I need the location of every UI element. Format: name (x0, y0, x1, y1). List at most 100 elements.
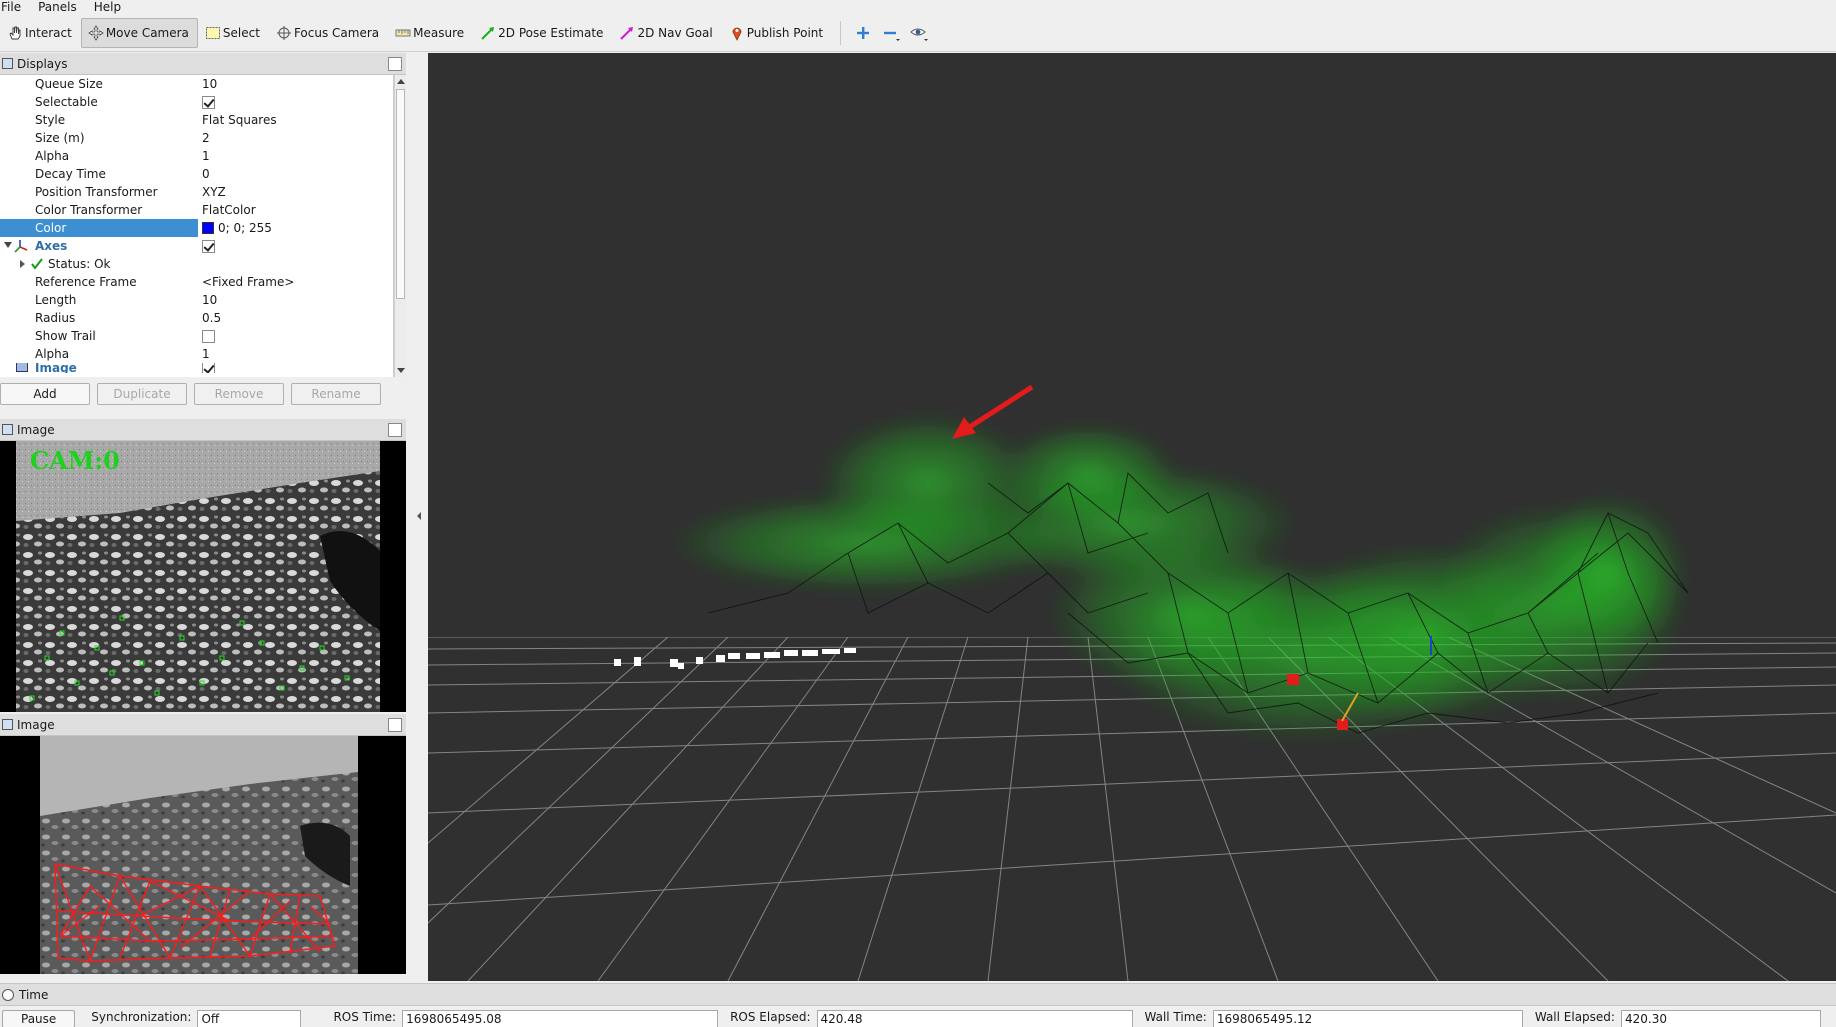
tool-measure[interactable]: Measure (388, 18, 473, 48)
ros-time-label: ROS Time: (333, 1010, 397, 1024)
image-panel-1: Image CAM:0 (0, 419, 406, 714)
add-tool-button[interactable] (849, 18, 877, 48)
green-arrow-icon (480, 25, 496, 41)
remove-tool-button[interactable] (877, 18, 905, 48)
tool-label: Measure (413, 25, 465, 40)
tool-interact[interactable]: Interact (0, 18, 81, 48)
prop-row-color-transformer[interactable]: Color Transformer FlatColor (0, 201, 393, 219)
toolbar-separator (840, 20, 842, 45)
menu-help[interactable]: Help (94, 0, 124, 14)
select-box-icon (205, 25, 221, 41)
add-display-button[interactable]: Add (0, 383, 90, 405)
eye-icon (910, 28, 929, 41)
prop-row-alpha[interactable]: Alpha 1 (0, 147, 393, 165)
camera-image-2 (0, 736, 406, 974)
prop-row-size[interactable]: Size (m) 2 (0, 129, 393, 147)
collapse-arrow-icon[interactable] (417, 512, 421, 520)
menu-file[interactable]: File (0, 0, 24, 14)
keyframe-marker (1287, 674, 1299, 685)
tool-focus-camera[interactable]: Focus Camera (269, 18, 388, 48)
prop-group-image[interactable]: Image (0, 363, 393, 373)
tool-label: Publish Point (746, 25, 824, 40)
color-swatch[interactable] (202, 222, 214, 234)
prop-row-length[interactable]: Length 10 (0, 291, 393, 309)
toolbar: Interact Move Camera Select Focus Camera… (0, 14, 1836, 52)
prop-row-color[interactable]: Color 0; 0; 255 (0, 219, 393, 237)
dock-splitter[interactable] (412, 53, 427, 982)
prop-row-alpha-2[interactable]: Alpha 1 (0, 345, 393, 363)
tool-move-camera[interactable]: Move Camera (80, 17, 198, 48)
wall-elapsed-field[interactable]: 420.30 (1620, 1010, 1821, 1027)
plus-icon (857, 26, 870, 39)
ros-time-field[interactable]: 1698065495.08 (402, 1010, 719, 1027)
left-dock: Displays Queue Size 10 Selectable Style Fl… (0, 53, 412, 982)
prop-row-selectable[interactable]: Selectable (0, 93, 393, 111)
prop-row-reference-frame[interactable]: Reference Frame <Fixed Frame> (0, 273, 393, 291)
float-panel-button[interactable] (388, 423, 402, 437)
time-title: Time (19, 987, 49, 1002)
monitor-icon (2, 58, 13, 69)
prop-row-decay-time[interactable]: Decay Time 0 (0, 165, 393, 183)
axes-enabled-checkbox[interactable] (202, 239, 215, 253)
time-panel: Time Pause Synchronization: Off ROS Time… (0, 983, 1836, 1027)
move-camera-icon (88, 24, 104, 41)
scroll-thumb[interactable] (396, 89, 405, 299)
float-panel-button[interactable] (388, 718, 402, 732)
menu-panels[interactable]: Panels (38, 0, 80, 14)
remove-display-button[interactable]: Remove (194, 383, 284, 405)
image-panel-1-title: Image (17, 422, 55, 437)
menubar: File Panels Help (0, 0, 1836, 14)
sync-label: Synchronization: (91, 1010, 192, 1024)
tool-2d-pose-estimate[interactable]: 2D Pose Estimate (473, 18, 612, 48)
view-panel-button[interactable] (905, 18, 933, 48)
image-enabled-checkbox[interactable] (202, 363, 215, 373)
prop-row-queue-size[interactable]: Queue Size 10 (0, 75, 393, 93)
show-trail-checkbox[interactable] (202, 329, 215, 343)
ros-elapsed-label: ROS Elapsed: (730, 1010, 811, 1024)
ruler-icon (395, 25, 411, 41)
pause-button[interactable]: Pause (2, 1010, 76, 1027)
tool-2d-nav-goal[interactable]: 2D Nav Goal (612, 18, 721, 48)
tool-publish-point[interactable]: Publish Point (722, 18, 832, 48)
tool-select[interactable]: Select (198, 18, 269, 48)
sync-select[interactable]: Off (197, 1010, 302, 1027)
prop-row-radius[interactable]: Radius 0.5 (0, 309, 393, 327)
prop-row-status[interactable]: Status: Ok (0, 255, 393, 273)
tool-label: 2D Pose Estimate (498, 25, 604, 40)
displays-button-row: Add Duplicate Remove Rename (0, 383, 406, 407)
rename-display-button[interactable]: Rename (291, 383, 381, 405)
image-panel-icon (2, 719, 13, 730)
time-controls: Pause Synchronization: Off ROS Time: 169… (0, 1006, 1836, 1027)
property-scrollbar[interactable] (394, 75, 406, 377)
tool-label: Interact (25, 25, 72, 40)
prop-row-style[interactable]: Style Flat Squares (0, 111, 393, 129)
float-panel-button[interactable] (388, 57, 402, 71)
camera-image-1: CAM:0 (0, 441, 406, 712)
selectable-checkbox[interactable] (202, 95, 215, 109)
tool-label: Move Camera (105, 25, 189, 40)
hand-icon (7, 25, 23, 41)
map-pin-icon (729, 25, 745, 41)
displays-title: Displays (17, 56, 68, 71)
prop-group-axes[interactable]: Axes (0, 237, 393, 255)
image-panel-2-title: Image (17, 717, 55, 732)
tool-label: Focus Camera (293, 25, 380, 40)
prop-row-position-transformer[interactable]: Position Transformer XYZ (0, 183, 393, 201)
prop-row-show-trail[interactable]: Show Trail (0, 327, 393, 345)
scroll-down-icon[interactable] (397, 368, 405, 373)
check-icon (31, 258, 43, 270)
crosshair-icon (276, 25, 292, 41)
wall-time-label: Wall Time: (1144, 1010, 1207, 1024)
minus-icon (884, 31, 901, 41)
ros-elapsed-field[interactable]: 420.48 (816, 1010, 1133, 1027)
property-tree: Queue Size 10 Selectable Style Flat Square… (0, 75, 394, 377)
3d-render-view[interactable] (428, 53, 1836, 981)
wall-elapsed-label: Wall Elapsed: (1534, 1010, 1615, 1024)
axes-icon (14, 240, 28, 253)
displays-panel: Displays Queue Size 10 Selectable Style Fl… (0, 53, 406, 411)
wall-time-field[interactable]: 1698065495.12 (1212, 1010, 1523, 1027)
clock-icon (2, 988, 14, 1001)
image-panel-1-title-bar: Image (0, 419, 406, 441)
scroll-up-icon[interactable] (397, 79, 405, 84)
duplicate-display-button[interactable]: Duplicate (97, 383, 187, 405)
